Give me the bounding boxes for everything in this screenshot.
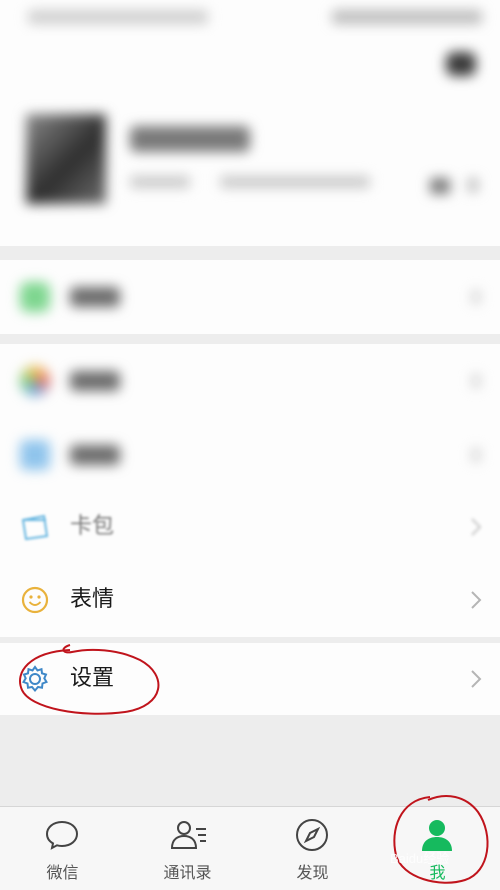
chat-bubble-icon xyxy=(45,820,79,850)
tab-contacts-label: 通讯录 xyxy=(163,863,212,882)
avatar[interactable] xyxy=(26,114,106,204)
menu-item-pay[interactable] xyxy=(0,260,500,334)
tab-chats[interactable]: 微信 xyxy=(0,807,125,890)
menu-item-favorites[interactable] xyxy=(0,344,500,418)
menu-item-pay-label xyxy=(70,287,120,307)
menu-item-favorites-label xyxy=(70,371,120,391)
menu-item-album[interactable] xyxy=(0,418,500,492)
compass-icon xyxy=(296,819,328,851)
chevron-right-icon xyxy=(468,178,478,192)
menu-item-settings[interactable]: 设置 xyxy=(0,643,500,715)
card-wallet-icon xyxy=(20,512,50,542)
chevron-right-icon xyxy=(466,514,486,540)
smiley-icon xyxy=(20,585,50,615)
profile-nickname xyxy=(130,126,250,152)
tab-discover-label: 发现 xyxy=(296,863,329,882)
chevron-right-icon xyxy=(466,442,486,468)
favorites-icon xyxy=(20,366,50,396)
chevron-right-icon xyxy=(466,284,486,310)
profile-wechat-id-label xyxy=(130,176,190,188)
album-icon xyxy=(20,440,50,470)
status-bar xyxy=(0,0,500,36)
menu-item-stickers[interactable]: 表情 xyxy=(0,563,500,637)
menu-item-album-label xyxy=(70,445,120,465)
menu-item-card-wallet[interactable]: 卡包 xyxy=(0,490,500,564)
status-battery-time xyxy=(332,10,482,24)
tab-chats-label: 微信 xyxy=(46,863,79,882)
contacts-icon xyxy=(170,821,206,849)
menu-item-card-wallet-label: 卡包 xyxy=(70,514,115,539)
chevron-right-icon xyxy=(466,666,486,692)
tab-discover[interactable]: 发现 xyxy=(250,807,375,890)
menu-item-settings-label: 设置 xyxy=(70,666,115,691)
pay-icon xyxy=(20,282,50,312)
chevron-right-icon xyxy=(466,587,486,613)
chevron-right-icon xyxy=(466,368,486,394)
menu-item-stickers-label: 表情 xyxy=(70,587,115,612)
profile-wechat-id-value xyxy=(220,176,370,188)
gear-icon xyxy=(20,664,50,694)
tab-contacts[interactable]: 通讯录 xyxy=(125,807,250,890)
qr-code-icon[interactable] xyxy=(430,178,450,194)
profile-header[interactable] xyxy=(0,36,500,246)
status-carrier-info xyxy=(28,10,208,24)
watermark: Baidu经验 xyxy=(390,851,450,866)
camera-icon[interactable] xyxy=(446,52,476,76)
